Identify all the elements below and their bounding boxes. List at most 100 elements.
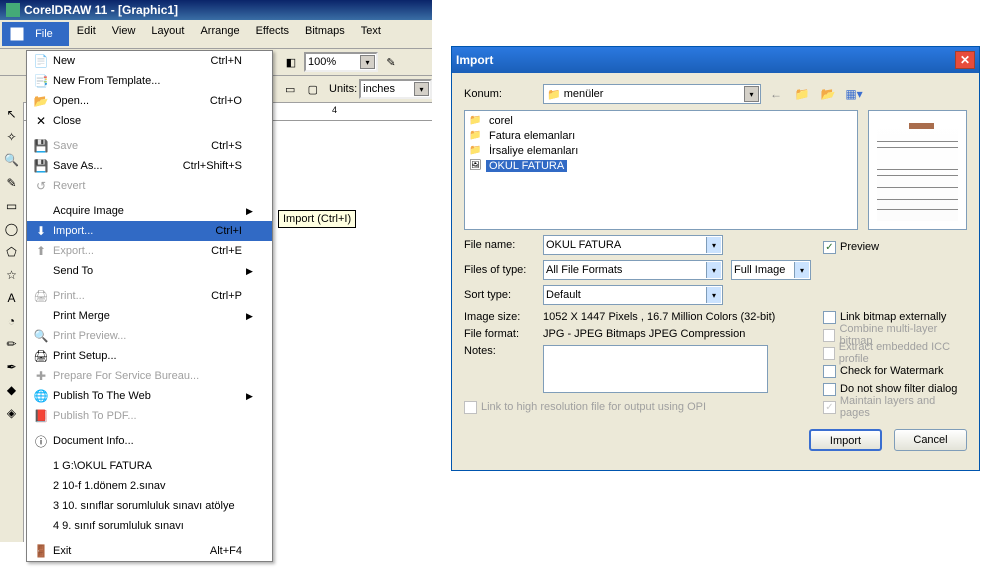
import-dialog: Import ✕ Konum: 📁 menüler ▾ ← 📁 📂 ▦▾ 📁co…	[451, 46, 980, 471]
menuitem-2-10-f-1-d-nem-2-s-nav[interactable]: 2 10-f 1.dönem 2.sınav	[27, 476, 272, 496]
views-button[interactable]: ▦▾	[843, 83, 865, 105]
combine-checkbox	[823, 329, 835, 342]
menuitem-revert: ↺Revert	[27, 176, 272, 196]
shape-tool[interactable]: ✧	[1, 127, 22, 148]
menuitem-import[interactable]: ⬇Import...Ctrl+I	[27, 221, 272, 241]
menuitem-prepare-for-service-bureau: ✚Prepare For Service Bureau...	[27, 366, 272, 386]
zoom-tool[interactable]: 🔍	[1, 150, 22, 171]
notes-label: Notes:	[464, 345, 539, 357]
menuitem-print-setup[interactable]: 🖨Print Setup...	[27, 346, 272, 366]
tool-icon-d[interactable]: ▢	[303, 78, 324, 100]
tool-icon-b[interactable]: ✎	[380, 51, 402, 73]
menuitem-3-10-s-n-flar-sorumluluk-s-nav-at-lye[interactable]: 3 10. sınıflar sorumluluk sınavı atölye	[27, 496, 272, 516]
opi-checkbox	[464, 401, 477, 414]
menuitem-close[interactable]: ✕Close	[27, 111, 272, 131]
menuitem-1-g-okul-fatura[interactable]: 1 G:\OKUL FATURA	[27, 456, 272, 476]
file-item[interactable]: 📁İrsaliye elemanları	[467, 143, 855, 158]
menuitem-export: ⬆Export...Ctrl+E	[27, 241, 272, 261]
nofilter-label: Do not show filter dialog	[840, 383, 957, 395]
units-label: Units:	[329, 83, 357, 95]
chevron-down-icon: ▾	[744, 86, 759, 102]
rect-tool[interactable]: ▭	[1, 196, 22, 217]
menuitem-open[interactable]: 📂Open...Ctrl+O	[27, 91, 272, 111]
import-button[interactable]: Import	[809, 429, 882, 451]
pick-tool[interactable]: ↖	[1, 104, 22, 125]
tool-icon-a[interactable]: ◧	[280, 51, 302, 73]
menuitem-document-info[interactable]: ⓘDocument Info...	[27, 431, 272, 451]
shapes-tool[interactable]: ☆	[1, 265, 22, 286]
menu-file[interactable]: File	[2, 22, 69, 46]
menuitem-save: 💾SaveCtrl+S	[27, 136, 272, 156]
menu-effects[interactable]: Effects	[248, 22, 297, 46]
tool-icon-c[interactable]: ▭	[280, 78, 301, 100]
menuitem-publish-to-pdf: 📕Publish To PDF...	[27, 406, 272, 426]
menuitem-exit[interactable]: 🚪ExitAlt+F4	[27, 541, 272, 561]
menuitem-new[interactable]: 📄NewCtrl+N	[27, 51, 272, 71]
location-combo[interactable]: 📁 menüler ▾	[543, 84, 761, 104]
file-list[interactable]: 📁corel📁Fatura elemanları📁İrsaliye eleman…	[464, 110, 858, 230]
file-menu: 📄NewCtrl+N📑New From Template...📂Open...C…	[26, 50, 273, 562]
chevron-down-icon: ▾	[360, 55, 375, 69]
menu-view[interactable]: View	[104, 22, 144, 46]
format-value: JPG - JPEG Bitmaps JPEG Compression	[543, 328, 745, 340]
polygon-tool[interactable]: ⬠	[1, 242, 22, 263]
menuitem-save-as[interactable]: 💾Save As...Ctrl+Shift+S	[27, 156, 272, 176]
menu-bitmaps[interactable]: Bitmaps	[297, 22, 353, 46]
filename-combo[interactable]: OKUL FATURA▾	[543, 235, 723, 255]
menuitem-print: 🖨Print...Ctrl+P	[27, 286, 272, 306]
units-combo[interactable]: inches▾	[359, 79, 432, 99]
fill-tool[interactable]: ◆	[1, 380, 22, 401]
nofilter-checkbox[interactable]	[823, 383, 836, 396]
fullimage-combo[interactable]: Full Image▾	[731, 260, 811, 280]
chevron-down-icon: ▾	[706, 287, 721, 303]
close-button[interactable]: ✕	[955, 51, 975, 69]
linkext-label: Link bitmap externally	[840, 311, 946, 323]
menuitem-new-from-template[interactable]: 📑New From Template...	[27, 71, 272, 91]
filename-label: File name:	[464, 239, 539, 251]
ellipse-tool[interactable]: ◯	[1, 219, 22, 240]
back-button[interactable]: ←	[765, 83, 787, 105]
text-tool[interactable]: A	[1, 288, 22, 309]
chevron-down-icon: ▾	[414, 82, 429, 96]
sort-combo[interactable]: Default▾	[543, 285, 723, 305]
freehand-tool[interactable]: ✎	[1, 173, 22, 194]
watermark-label: Check for Watermark	[840, 365, 944, 377]
app-title: CorelDRAW 11 - [Graphic1]	[24, 3, 178, 17]
zoom-combo[interactable]: 100%▾	[304, 52, 378, 72]
icc-label: Extract embedded ICC profile	[839, 341, 967, 365]
opi-label: Link to high resolution file for output …	[481, 401, 706, 413]
app-window: CorelDRAW 11 - [Graphic1] File Edit View…	[0, 0, 432, 121]
cancel-button[interactable]: Cancel	[894, 429, 967, 451]
file-item[interactable]: 📁corel	[467, 113, 855, 128]
preview-checkbox[interactable]: ✓	[823, 241, 836, 254]
menu-text[interactable]: Text	[353, 22, 389, 46]
file-item[interactable]: 📁Fatura elemanları	[467, 128, 855, 143]
menuitem-4-9-s-n-f-sorumluluk-s-nav[interactable]: 4 9. sınıf sorumluluk sınavı	[27, 516, 272, 536]
file-item[interactable]: 🖼OKUL FATURA	[467, 158, 855, 173]
menu-layout[interactable]: Layout	[143, 22, 192, 46]
doc-icon	[10, 27, 24, 41]
newfolder-button[interactable]: 📂	[817, 83, 839, 105]
up-button[interactable]: 📁	[791, 83, 813, 105]
watermark-checkbox[interactable]	[823, 365, 836, 378]
menu-edit[interactable]: Edit	[69, 22, 104, 46]
notes-field[interactable]	[543, 345, 768, 393]
eyedrop-tool[interactable]: ✏	[1, 334, 22, 355]
menuitem-send-to[interactable]: Send To▶	[27, 261, 272, 281]
chevron-down-icon: ▾	[794, 262, 809, 278]
linkext-checkbox[interactable]	[823, 311, 836, 324]
toolbox: ↖ ✧ 🔍 ✎ ▭ ◯ ⬠ ☆ A ◔ ✏ ✒ ◆ ◈	[0, 102, 24, 542]
menuitem-publish-to-the-web[interactable]: 🌐Publish To The Web▶	[27, 386, 272, 406]
ifill-tool[interactable]: ◈	[1, 403, 22, 424]
preview-pane	[868, 110, 967, 230]
blend-tool[interactable]: ◔	[1, 311, 22, 332]
menuitem-print-merge[interactable]: Print Merge▶	[27, 306, 272, 326]
outline-tool[interactable]: ✒	[1, 357, 22, 378]
menu-arrange[interactable]: Arrange	[192, 22, 247, 46]
layers-checkbox: ✓	[823, 401, 836, 414]
filetype-combo[interactable]: All File Formats▾	[543, 260, 723, 280]
icc-checkbox	[823, 347, 835, 360]
dialog-titlebar: Import ✕	[452, 47, 979, 73]
menuitem-acquire-image[interactable]: Acquire Image▶	[27, 201, 272, 221]
format-label: File format:	[464, 328, 539, 340]
